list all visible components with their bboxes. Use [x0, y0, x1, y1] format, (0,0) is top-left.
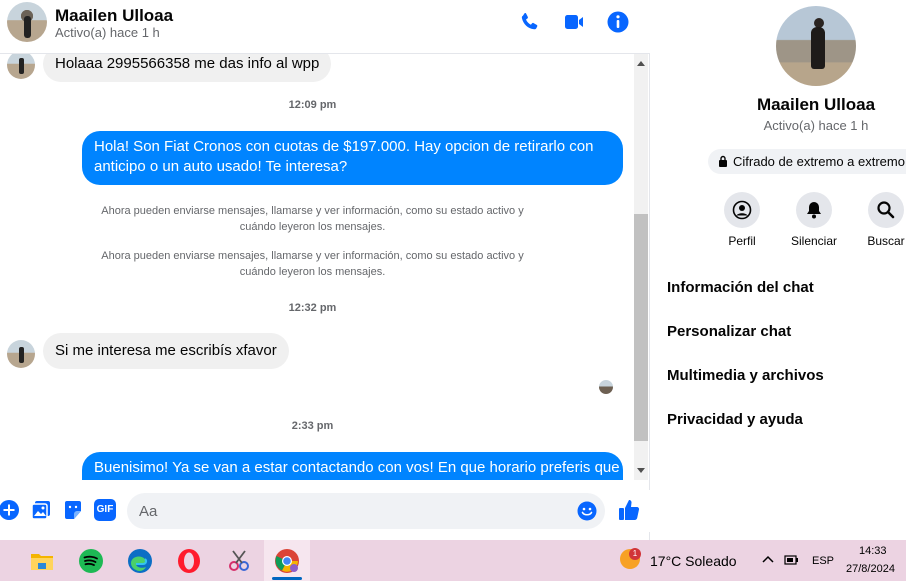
clock-time[interactable]: 14:33 — [859, 545, 887, 557]
encryption-label: Cifrado de extremo a extremo — [733, 154, 905, 169]
contact-avatar-small — [7, 54, 35, 79]
phone-call-icon[interactable] — [518, 10, 542, 34]
profile-status: Activo(a) hace 1 h — [763, 118, 869, 133]
system-notice: Ahora pueden enviarse mensajes, llamarse… — [101, 205, 524, 233]
emoji-icon[interactable] — [577, 501, 597, 521]
scroll-down-arrow-icon[interactable] — [637, 468, 645, 473]
photo-gallery-icon[interactable] — [30, 499, 52, 521]
encryption-badge[interactable]: Cifrado de extremo a extremo — [708, 149, 906, 174]
weather-text: 17°C Soleado — [650, 553, 737, 569]
outgoing-message[interactable]: Hola! Son Fiat Cronos con cuotas de $197… — [82, 131, 623, 185]
info-icon[interactable] — [606, 10, 630, 34]
menu-chat-info[interactable]: Información del chat — [667, 273, 897, 303]
mute-action-label: Silenciar — [790, 234, 838, 248]
spotify-icon[interactable] — [78, 548, 104, 574]
message-input[interactable] — [139, 501, 559, 521]
search-button[interactable] — [868, 192, 904, 228]
timestamp: 12:09 pm — [288, 99, 337, 111]
gif-button[interactable]: GIF — [94, 499, 116, 521]
timestamp: 2:33 pm — [291, 420, 334, 432]
seen-indicator-avatar — [599, 380, 613, 394]
thumbs-up-icon[interactable] — [617, 498, 641, 522]
edge-browser-icon[interactable] — [127, 548, 153, 574]
incoming-message[interactable]: Si me interesa me escribís xfavor — [43, 333, 289, 369]
language-indicator[interactable]: ESP — [812, 555, 834, 567]
profile-avatar[interactable] — [776, 6, 856, 86]
message-input-container[interactable] — [127, 493, 605, 529]
battery-network-icon[interactable] — [784, 553, 800, 566]
contact-avatar[interactable] — [7, 2, 47, 42]
profile-icon — [732, 200, 752, 220]
bell-icon — [807, 202, 821, 219]
contact-status: Activo(a) hace 1 h — [55, 25, 160, 40]
opera-browser-icon[interactable] — [176, 548, 202, 574]
chat-info-sidebar: Maailen Ulloaa Activo(a) hace 1 h Cifrad… — [651, 0, 906, 540]
message-composer: GIF — [0, 490, 650, 532]
chevron-up-icon[interactable] — [762, 555, 774, 563]
menu-privacy-help[interactable]: Privacidad y ayuda — [667, 405, 897, 435]
timestamp: 12:32 pm — [288, 302, 337, 314]
chat-header: Maailen Ulloaa Activo(a) hace 1 h — [0, 0, 650, 54]
file-explorer-icon[interactable] — [29, 548, 55, 574]
menu-customize-chat[interactable]: Personalizar chat — [667, 317, 897, 347]
message-list[interactable]: Holaaa 2995566358 me das info al wpp 12:… — [0, 54, 634, 480]
system-notice: Ahora pueden enviarse mensajes, llamarse… — [101, 250, 524, 278]
messenger-window: Maailen Ulloaa Activo(a) hace 1 h Holaaa… — [0, 0, 906, 540]
search-icon — [877, 201, 895, 219]
incoming-message[interactable]: Holaaa 2995566358 me das info al wpp — [43, 54, 332, 82]
clock-date[interactable]: 27/8/2024 — [846, 563, 895, 575]
scroll-thumb[interactable] — [634, 214, 648, 441]
windows-taskbar: 1 17°C Soleado ESP 14:33 27/8/2024 — [0, 540, 906, 581]
profile-button[interactable] — [724, 192, 760, 228]
menu-media-files[interactable]: Multimedia y archivos — [667, 361, 897, 391]
sticker-icon[interactable] — [62, 499, 84, 521]
profile-action-label: Perfil — [728, 234, 756, 248]
chat-panel: Maailen Ulloaa Activo(a) hace 1 h Holaaa… — [0, 0, 650, 540]
profile-name: Maailen Ulloaa — [756, 95, 876, 114]
mute-button[interactable] — [796, 192, 832, 228]
snipping-tool-icon[interactable] — [226, 548, 252, 574]
add-plus-icon[interactable] — [0, 499, 20, 521]
scroll-up-arrow-icon[interactable] — [637, 61, 645, 66]
lock-icon — [719, 155, 727, 167]
contact-avatar-small — [7, 340, 35, 368]
contact-name[interactable]: Maailen Ulloaa — [55, 6, 173, 26]
chrome-browser-icon[interactable] — [274, 548, 300, 574]
message-scrollbar[interactable] — [634, 54, 648, 480]
search-action-label: Buscar — [867, 234, 905, 248]
outgoing-message[interactable]: Buenisimo! Ya se van a estar contactando… — [82, 452, 623, 480]
video-call-icon[interactable] — [562, 10, 586, 34]
notification-badge: 1 — [629, 548, 641, 560]
